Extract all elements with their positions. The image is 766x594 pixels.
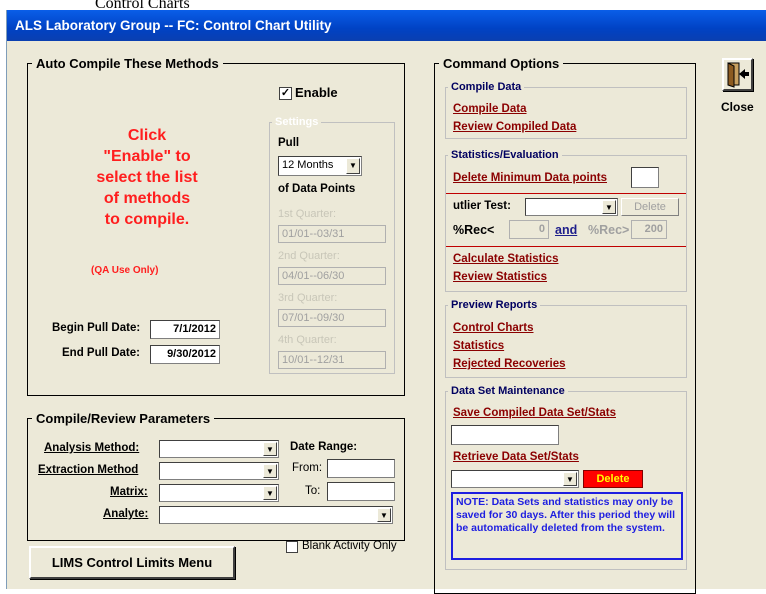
end-pull-date-field[interactable]: 9/30/2012 [150, 345, 220, 364]
outlier-delete-button[interactable]: Delete [621, 198, 679, 216]
retrieve-data-set-link[interactable]: Retrieve Data Set/Stats [453, 451, 579, 463]
compile-data-link[interactable]: Compile Data [453, 103, 527, 115]
date-range-label: Date Range: [290, 441, 358, 453]
calculate-statistics-link[interactable]: Calculate Statistics [453, 253, 558, 265]
q3-label: 3rd Quarter: [278, 292, 338, 304]
date-from-field[interactable] [327, 459, 395, 478]
divider-line [446, 246, 686, 247]
app-window: ALS Laboratory Group -- FC: Control Char… [6, 10, 766, 594]
divider-line [446, 193, 686, 194]
to-label: To: [305, 485, 321, 497]
q4-field: 10/01--12/31 [278, 351, 386, 369]
chevron-down-icon[interactable]: ▼ [346, 158, 360, 174]
preview-reports-legend: Preview Reports [451, 299, 538, 311]
close-label: Close [721, 100, 754, 114]
exit-door-icon [727, 62, 749, 88]
qa-use-note: (QA Use Only) [91, 265, 159, 276]
enable-checkbox[interactable]: ✓ [279, 87, 292, 100]
minimum-data-points-field[interactable] [631, 167, 659, 188]
chevron-down-icon[interactable]: ▼ [263, 442, 277, 456]
analysis-method-select[interactable]: ▼ [159, 440, 279, 458]
review-compiled-data-link[interactable]: Review Compiled Data [453, 121, 576, 133]
lims-control-limits-button[interactable]: LIMS Control Limits Menu [29, 546, 235, 579]
compile-review-legend: Compile/Review Parameters [36, 411, 211, 426]
settings-legend: Settings [275, 116, 319, 128]
pull-period-value: 12 Months [282, 159, 334, 171]
data-set-maintenance-legend: Data Set Maintenance [451, 385, 565, 397]
chevron-down-icon[interactable]: ▼ [377, 508, 391, 522]
data-set-retention-note: NOTE: Data Sets and statistics may only … [451, 492, 683, 560]
retrieve-data-set-select[interactable]: ▼ [451, 470, 579, 488]
enable-instructions: Click "Enable" to select the list of met… [96, 127, 198, 228]
blank-activity-label: Blank Activity Only [302, 540, 397, 552]
close-button[interactable] [722, 58, 753, 91]
command-options-legend: Command Options [443, 56, 560, 71]
chevron-down-icon[interactable]: ▼ [563, 472, 577, 486]
matrix-label: Matrix: [110, 486, 148, 498]
window-titlebar: ALS Laboratory Group -- FC: Control Char… [7, 10, 766, 41]
q2-field: 04/01--06/30 [278, 267, 386, 285]
review-statistics-link[interactable]: Review Statistics [453, 271, 547, 283]
chevron-down-icon[interactable]: ▼ [602, 200, 616, 214]
matrix-select[interactable]: ▼ [159, 484, 279, 502]
rec-greater-than-field: 200 [631, 220, 667, 239]
date-to-field[interactable] [327, 482, 395, 501]
begin-pull-date-label: Begin Pull Date: [52, 322, 141, 334]
statistics-evaluation-legend: Statistics/Evaluation [451, 149, 559, 161]
delete-data-set-button[interactable]: Delete [583, 470, 643, 488]
analyte-label: Analyte: [103, 508, 149, 520]
save-compiled-data-set-link[interactable]: Save Compiled Data Set/Stats [453, 407, 616, 419]
end-pull-date-label: End Pull Date: [62, 347, 140, 359]
pull-label: Pull [278, 137, 300, 149]
outlier-test-label: utlier Test: [453, 200, 511, 212]
data-set-name-field[interactable] [451, 425, 559, 445]
analysis-method-label: Analysis Method: [44, 442, 140, 454]
outlier-test-select[interactable]: ▼ [525, 198, 618, 216]
chevron-down-icon[interactable]: ▼ [263, 486, 277, 500]
rec-greater-than-label: %Rec> [588, 223, 630, 237]
and-link[interactable]: and [555, 223, 577, 237]
delete-minimum-data-points-link[interactable]: Delete Minimum Data points [453, 172, 607, 184]
rec-less-than-field: 0 [509, 220, 549, 239]
q1-label: 1st Quarter: [278, 208, 337, 220]
begin-pull-date-field[interactable]: 7/1/2012 [150, 320, 220, 339]
q3-field: 07/01--09/30 [278, 309, 386, 327]
chevron-down-icon[interactable]: ▼ [263, 464, 277, 478]
extraction-method-select[interactable]: ▼ [159, 462, 279, 480]
pull-period-select[interactable]: 12 Months ▼ [278, 156, 362, 176]
analyte-select[interactable]: ▼ [159, 506, 393, 524]
q4-label: 4th Quarter: [278, 334, 337, 346]
q2-label: 2nd Quarter: [278, 250, 340, 262]
control-charts-link[interactable]: Control Charts [453, 322, 534, 334]
from-label: From: [292, 462, 323, 474]
q1-field: 01/01--03/31 [278, 225, 386, 243]
blank-activity-checkbox[interactable] [286, 541, 298, 553]
auto-compile-legend: Auto Compile These Methods [36, 56, 219, 71]
rec-less-than-label: %Rec< [453, 223, 495, 237]
extraction-method-label: Extraction Method [38, 464, 139, 476]
data-points-label: of Data Points [278, 183, 356, 195]
statistics-report-link[interactable]: Statistics [453, 340, 504, 352]
compile-data-legend: Compile Data [451, 81, 522, 93]
enable-label: Enable [295, 85, 338, 100]
rejected-recoveries-link[interactable]: Rejected Recoveries [453, 358, 566, 370]
